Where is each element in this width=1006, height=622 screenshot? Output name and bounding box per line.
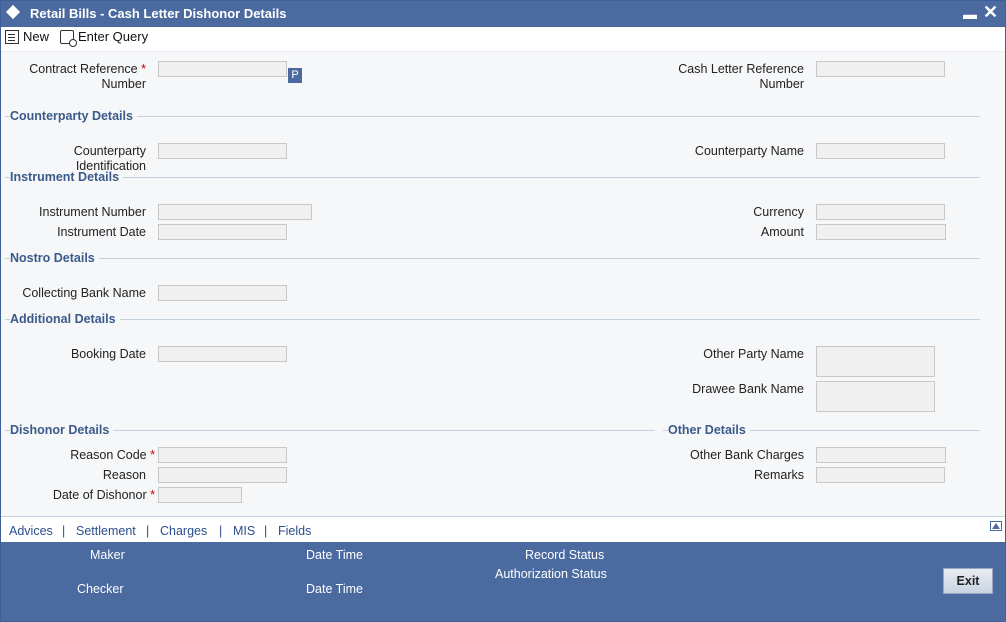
new-label: New <box>23 29 50 44</box>
drawee-bank-name-field[interactable] <box>816 381 935 412</box>
tab-advices[interactable]: Advices <box>9 524 53 538</box>
tab-separator: | <box>146 524 150 538</box>
additional-divider <box>5 319 980 320</box>
dishonor-details-heading: Dishonor Details <box>10 423 114 437</box>
tab-charges[interactable]: Charges <box>160 524 207 538</box>
drawee-bank-name-label: Drawee Bank Name <box>692 382 804 396</box>
counterparty-details-heading: Counterparty Details <box>10 109 137 123</box>
tab-mis[interactable]: MIS <box>233 524 255 538</box>
other-bank-charges-field[interactable] <box>816 447 946 463</box>
reason-code-label: Reason Code * <box>70 448 155 462</box>
amount-label: Amount <box>760 225 804 239</box>
booking-date-label: Booking Date <box>70 347 146 361</box>
instrument-date-label: Instrument Date <box>57 225 146 239</box>
remarks-label: Remarks <box>753 468 804 482</box>
date-of-dishonor-label: Date of Dishonor * <box>52 488 155 502</box>
window-title: Retail Bills - Cash Letter Dishonor Deta… <box>30 6 287 21</box>
form-content: Contract Reference * Number P Cash Lette… <box>1 52 1005 516</box>
instrument-number-label: Instrument Number <box>39 205 146 219</box>
contract-reference-label: Contract Reference * Number <box>29 62 146 91</box>
tab-separator: | <box>264 524 268 538</box>
other-details-heading: Other Details <box>668 423 750 437</box>
nostro-details-heading: Nostro Details <box>10 251 99 265</box>
counterparty-name-label: Counterparty Name <box>694 144 804 158</box>
authorization-status-label: Authorization Status <box>495 567 607 581</box>
remarks-field[interactable] <box>816 467 945 483</box>
instrument-details-heading: Instrument Details <box>10 170 124 184</box>
close-icon[interactable]: ✕ <box>983 2 998 23</box>
additional-details-heading: Additional Details <box>10 312 120 326</box>
instrument-divider <box>5 177 980 178</box>
nostro-divider <box>5 258 980 259</box>
booking-date-field[interactable] <box>158 346 287 362</box>
exit-button[interactable]: Exit <box>943 568 993 594</box>
currency-field[interactable] <box>816 204 945 220</box>
cash-letter-reference-label: Cash Letter Reference Number <box>678 62 804 91</box>
counterparty-name-field[interactable] <box>816 143 945 159</box>
reason-code-field[interactable] <box>158 447 287 463</box>
new-button[interactable]: New <box>5 29 49 44</box>
instrument-date-field[interactable] <box>158 224 287 240</box>
instrument-number-field[interactable] <box>158 204 312 220</box>
other-bank-charges-label: Other Bank Charges <box>690 448 804 462</box>
collecting-bank-name-label: Collecting Bank Name <box>22 286 146 300</box>
minimize-icon[interactable]: ▬ <box>963 6 977 22</box>
cash-letter-reference-field[interactable] <box>816 61 945 77</box>
currency-label: Currency <box>753 205 804 219</box>
checker-date-time-label: Date Time <box>306 582 363 596</box>
p-button[interactable]: P <box>288 68 302 83</box>
app-diamond-icon <box>5 4 21 20</box>
audit-footer: Maker Date Time Record Status Authorizat… <box>1 542 1005 621</box>
date-of-dishonor-field[interactable] <box>158 487 242 503</box>
reason-label: Reason <box>102 468 146 482</box>
tab-separator: | <box>62 524 66 538</box>
contract-reference-field[interactable] <box>158 61 287 77</box>
reason-field[interactable] <box>158 467 287 483</box>
toolbar: New Enter Query <box>1 27 1005 52</box>
new-document-icon <box>5 29 19 44</box>
other-party-name-field[interactable] <box>816 346 935 377</box>
counterparty-identification-field[interactable] <box>158 143 287 159</box>
window: Retail Bills - Cash Letter Dishonor Deta… <box>0 0 1006 622</box>
enter-query-label: Enter Query <box>78 29 149 44</box>
amount-field[interactable] <box>816 224 946 240</box>
tab-separator: | <box>219 524 223 538</box>
tab-fields[interactable]: Fields <box>278 524 311 538</box>
maker-label: Maker <box>90 548 125 562</box>
enter-query-button[interactable]: Enter Query <box>60 29 149 47</box>
maker-date-time-label: Date Time <box>306 548 363 562</box>
title-bar: Retail Bills - Cash Letter Dishonor Deta… <box>1 1 1005 27</box>
checker-label: Checker <box>77 582 124 596</box>
query-icon <box>60 29 77 47</box>
tab-settlement[interactable]: Settlement <box>76 524 136 538</box>
tab-bar: Advices | Settlement | Charges | MIS | F… <box>1 516 1005 543</box>
collecting-bank-name-field[interactable] <box>158 285 287 301</box>
counterparty-divider <box>5 116 980 117</box>
record-status-label: Record Status <box>525 548 605 562</box>
scroll-up-icon[interactable] <box>990 521 1002 531</box>
other-party-name-label: Other Party Name <box>703 347 804 361</box>
